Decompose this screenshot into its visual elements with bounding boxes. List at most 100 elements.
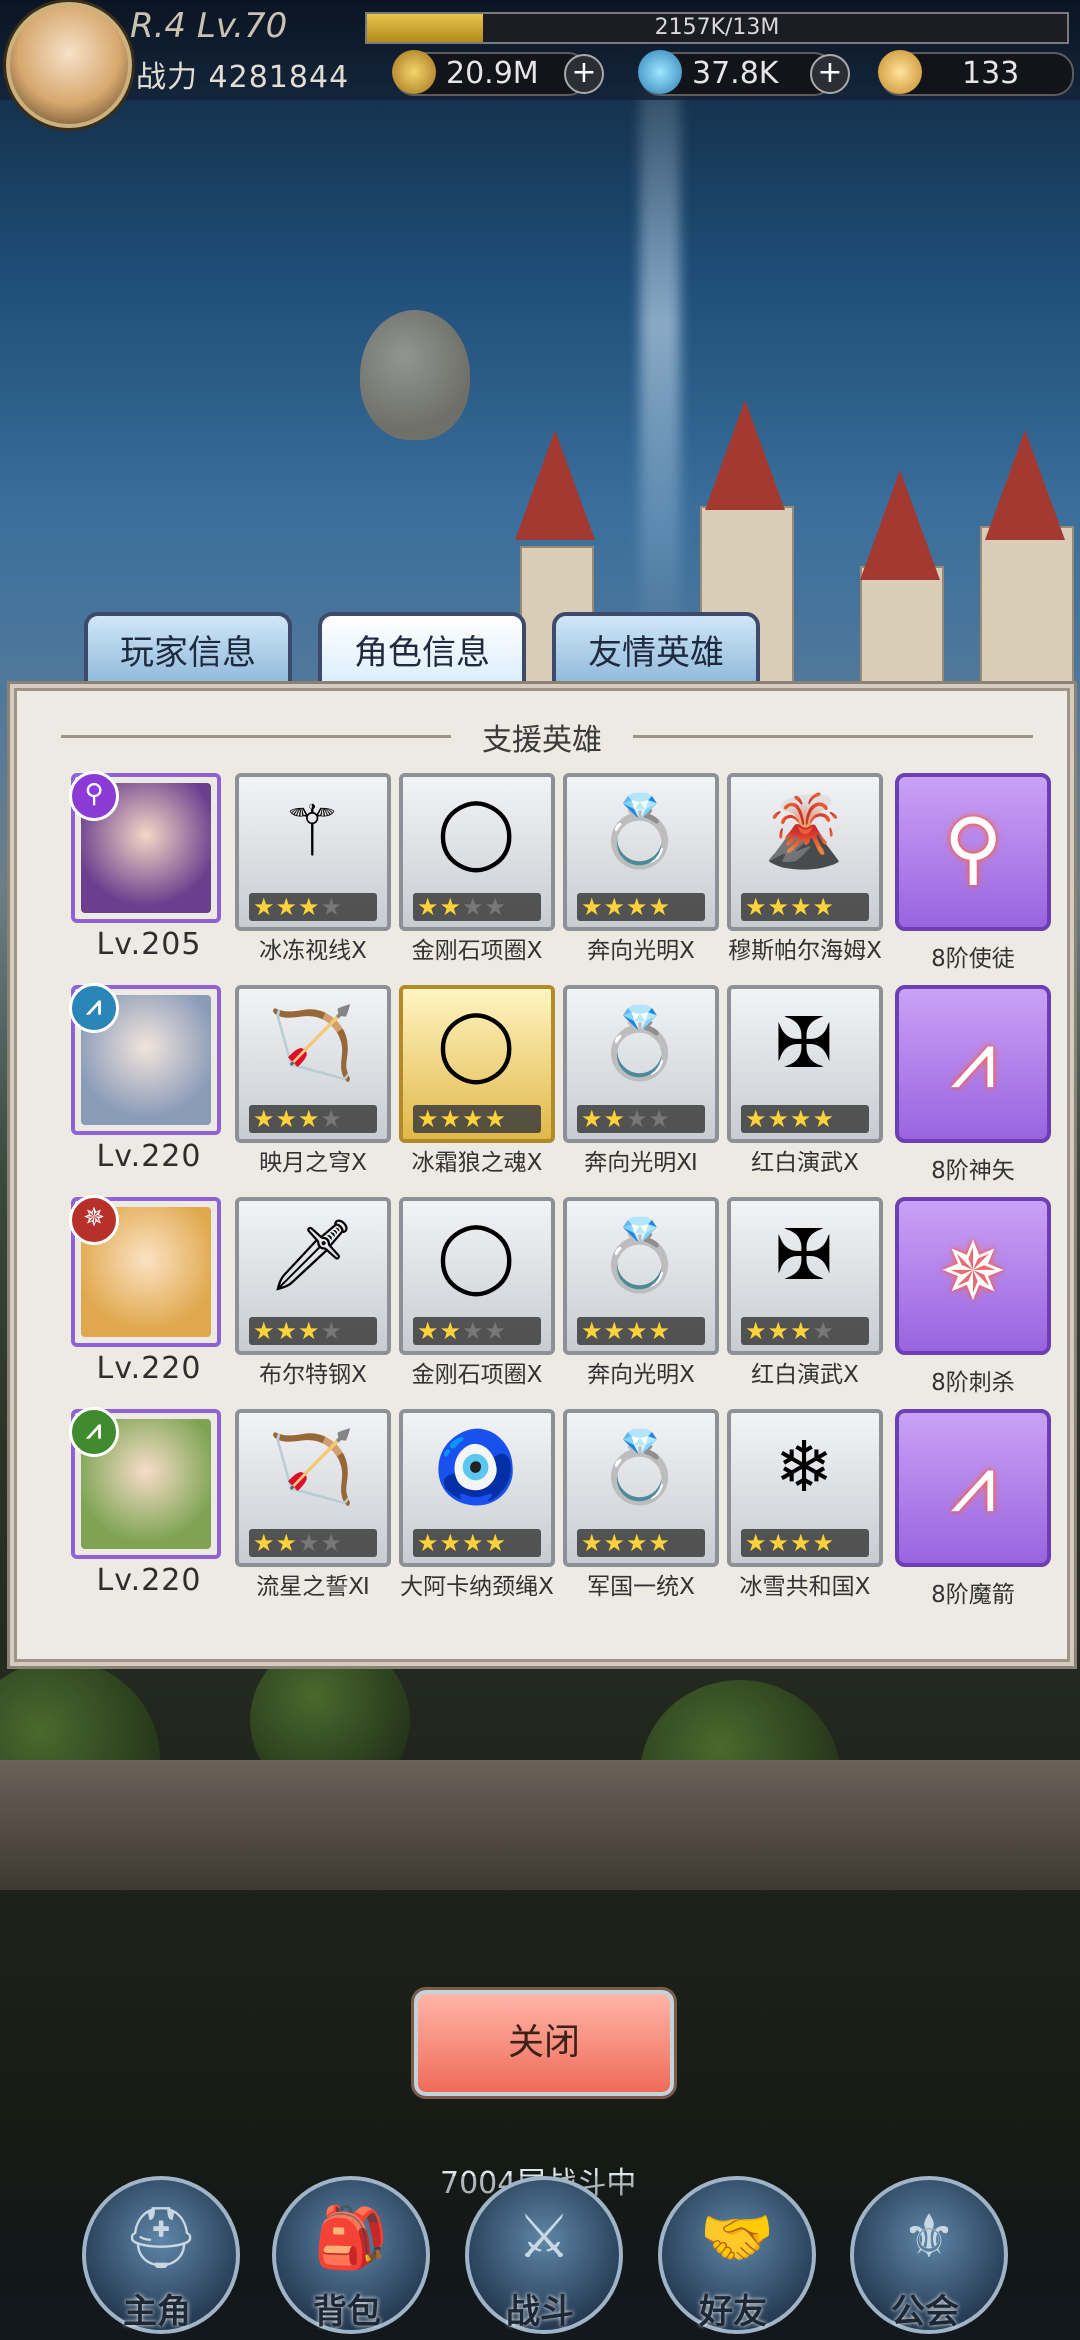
hero-level: Lv.220	[96, 1139, 202, 1174]
hero-row: ⩘ Lv.220 🏹 ★★★★ 流星之誓Ⅺ 🧿 ★★★★ 大阿卡纳颈绳Ⅹ 💍 ★★★★…	[47, 1407, 1051, 1621]
power-value: 4281844	[208, 60, 350, 95]
equipment-name: 映月之穹Ⅹ	[259, 1150, 367, 1176]
star-rating: ★★★★	[249, 1529, 377, 1557]
bow-class-icon: ⩘	[69, 1407, 119, 1457]
equipment-name: 奔向光明Ⅹ	[587, 938, 695, 964]
skill-name: 8阶使徒	[931, 946, 1015, 972]
equipment-slot[interactable]: ◯ ★★★★ 金刚石项圈Ⅹ	[399, 773, 555, 964]
equipment-slot[interactable]: ◯ ★★★★ 冰霜狼之魂Ⅹ	[399, 985, 555, 1176]
tab-character-info[interactable]: 角色信息	[318, 612, 526, 694]
equipment-slot[interactable]: 🌋 ★★★★ 穆斯帕尔海姆Ⅹ	[727, 773, 883, 964]
hero-portrait[interactable]: ⩘ Lv.220	[69, 983, 221, 1174]
skill-emblem-icon: ⩘	[950, 1437, 996, 1530]
sword-icon: 🗡	[267, 1214, 357, 1296]
add-gem-button[interactable]: +	[810, 54, 850, 94]
divider	[633, 735, 1033, 738]
equipment-name: 大阿卡纳颈绳Ⅹ	[400, 1574, 554, 1600]
hot-air-balloon	[360, 310, 470, 440]
xp-text: 2157K/13M	[654, 15, 780, 40]
equipment-slot[interactable]: 🏹 ★★★★ 流星之誓Ⅺ	[235, 1409, 391, 1600]
shuriken-class-icon: ✵	[69, 1195, 119, 1245]
hero-level: Lv.220	[96, 1351, 202, 1386]
hero-row: ⩘ Lv.220 🏹 ★★★★ 映月之穹Ⅹ ◯ ★★★★ 冰霜狼之魂Ⅹ 💍 ★★★★ …	[47, 983, 1051, 1197]
equipment-name: 金刚石项圈Ⅹ	[411, 1362, 543, 1388]
power-label: 战力	[136, 60, 198, 95]
equipment-name: 奔向光明Ⅺ	[584, 1150, 698, 1176]
skill-emblem-icon: ⚲	[943, 801, 1003, 894]
skill-emblem-icon: ✵	[939, 1225, 1007, 1318]
star-rating: ★★★★	[741, 1105, 869, 1133]
staff-icon: ⚚	[280, 790, 344, 872]
skill-badge[interactable]: ⩘ 8阶魔箭	[895, 1409, 1051, 1608]
gold-coin-icon	[392, 50, 436, 94]
ring-icon: 💍	[596, 1426, 684, 1508]
tab-friend-hero[interactable]: 友情英雄	[552, 612, 760, 694]
equipment-name: 红白演武Ⅹ	[751, 1150, 859, 1176]
skill-name: 8阶刺杀	[931, 1370, 1015, 1396]
star-rating: ★★★★	[741, 893, 869, 921]
ticket-counter: 133	[878, 50, 1074, 96]
skill-name: 8阶神矢	[931, 1158, 1015, 1184]
skill-badge[interactable]: ⩘ 8阶神矢	[895, 985, 1051, 1184]
equipment-slot[interactable]: 🧿 ★★★★ 大阿卡纳颈绳Ⅹ	[399, 1409, 555, 1600]
pendant-icon: 🧿	[432, 1426, 520, 1508]
skill-name: 8阶魔箭	[931, 1582, 1015, 1608]
support-hero-panel: 支援英雄 ⚲ Lv.205 ⚚ ★★★★ 冰冻视线Ⅹ ◯ ★★★★ 金刚石项圈Ⅹ 💍 …	[14, 688, 1070, 1662]
castle-wall	[0, 1760, 1080, 1890]
equipment-name: 军国一统Ⅹ	[587, 1574, 695, 1600]
magnifier-icon: ⚲	[69, 771, 119, 821]
equipment-slot[interactable]: 💍 ★★★★ 军国一统Ⅹ	[563, 1409, 719, 1600]
crossed-swords-emblem-icon: ✠	[774, 1214, 834, 1296]
combat-power: 战力 4281844	[136, 52, 349, 96]
equipment-slot[interactable]: ✠ ★★★★ 红白演武Ⅹ	[727, 985, 883, 1176]
equipment-slot[interactable]: 💍 ★★★★ 奔向光明Ⅺ	[563, 985, 719, 1176]
ticket-value: 133	[962, 56, 1020, 91]
tab-player-info[interactable]: 玩家信息	[84, 612, 292, 694]
star-rating: ★★★★	[413, 893, 541, 921]
equipment-slot[interactable]: 🏹 ★★★★ 映月之穹Ⅹ	[235, 985, 391, 1176]
bow-icon: 🏹	[268, 1002, 356, 1084]
star-rating: ★★★★	[741, 1317, 869, 1345]
equipment-name: 流星之誓Ⅺ	[256, 1574, 370, 1600]
star-rating: ★★★★	[577, 893, 705, 921]
bow-icon: 🏹	[268, 1426, 356, 1508]
equipment-name: 冰冻视线Ⅹ	[259, 938, 367, 964]
necklace-icon: ◯	[436, 790, 516, 872]
star-rating: ★★★★	[577, 1529, 705, 1557]
necklace-icon: ◯	[436, 1002, 516, 1084]
hero-portrait[interactable]: ✵ Lv.220	[69, 1195, 221, 1386]
ice-emblem-icon: ❄	[774, 1426, 834, 1508]
equipment-slot[interactable]: ✠ ★★★★ 红白演武Ⅹ	[727, 1197, 883, 1388]
add-gold-button[interactable]: +	[564, 54, 604, 94]
equipment-slot[interactable]: 💍 ★★★★ 奔向光明Ⅹ	[563, 773, 719, 964]
equipment-slot[interactable]: ◯ ★★★★ 金刚石项圈Ⅹ	[399, 1197, 555, 1388]
hero-row: ⚲ Lv.205 ⚚ ★★★★ 冰冻视线Ⅹ ◯ ★★★★ 金刚石项圈Ⅹ 💍 ★★★★ …	[47, 771, 1051, 985]
star-rating: ★★★★	[249, 1105, 377, 1133]
hero-row: ✵ Lv.220 🗡 ★★★★ 布尔特钢Ⅹ ◯ ★★★★ 金刚石项圈Ⅹ 💍 ★★★★ …	[47, 1195, 1051, 1409]
hero-portrait[interactable]: ⩘ Lv.220	[69, 1407, 221, 1598]
hero-level: Lv.220	[96, 1563, 202, 1598]
gem-counter: 37.8K +	[638, 50, 850, 96]
star-rating: ★★★★	[741, 1529, 869, 1557]
equipment-slot[interactable]: 🗡 ★★★★ 布尔特钢Ⅹ	[235, 1197, 391, 1388]
crossed-swords-icon: ⚔	[517, 2202, 571, 2272]
skill-badge[interactable]: ⚲ 8阶使徒	[895, 773, 1051, 972]
star-rating: ★★★★	[413, 1317, 541, 1345]
equipment-slot[interactable]: ❄ ★★★★ 冰雪共和国Ⅹ	[727, 1409, 883, 1600]
equipment-slot[interactable]: ⚚ ★★★★ 冰冻视线Ⅹ	[235, 773, 391, 964]
equipment-name: 红白演武Ⅹ	[751, 1362, 859, 1388]
star-rating: ★★★★	[413, 1529, 541, 1557]
rank-level: R.4 Lv.70	[130, 6, 288, 46]
equipment-slot[interactable]: 💍 ★★★★ 奔向光明Ⅹ	[563, 1197, 719, 1388]
equipment-name: 冰霜狼之魂Ⅹ	[411, 1150, 543, 1176]
guild-crest-icon: ⚜	[902, 2202, 956, 2272]
nav-label-friends: 好友	[699, 2292, 767, 2332]
crossed-swords-emblem-icon: ✠	[774, 1002, 834, 1084]
gem-icon	[638, 50, 682, 94]
player-avatar[interactable]	[6, 2, 132, 128]
star-rating: ★★★★	[577, 1317, 705, 1345]
hero-portrait[interactable]: ⚲ Lv.205	[69, 771, 221, 962]
close-button[interactable]: 关闭	[414, 1990, 674, 2096]
handshake-icon: 🤝	[699, 2203, 775, 2273]
skill-badge[interactable]: ✵ 8阶刺杀	[895, 1197, 1051, 1396]
